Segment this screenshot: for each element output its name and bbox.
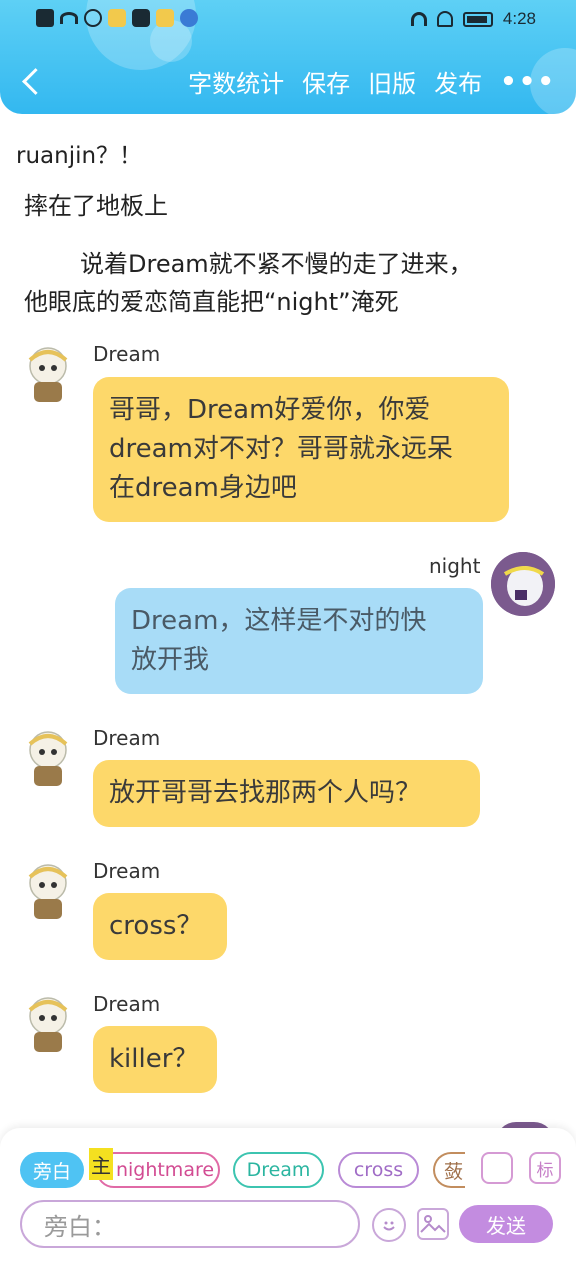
message-input[interactable]: 旁白：	[20, 1200, 360, 1248]
picture-icon	[420, 1215, 446, 1233]
role-chip-dream[interactable]: Dream	[233, 1152, 324, 1188]
speaker-name: Dream	[93, 342, 161, 366]
role-chip-nightmare[interactable]: nightmare	[96, 1152, 220, 1188]
speaker-name: Dream	[93, 726, 161, 750]
more-icon[interactable]: •••	[500, 67, 556, 97]
bubble-line: Dream，这样是不对的快	[131, 606, 427, 636]
dream-avatar[interactable]	[22, 728, 74, 788]
alert-icon	[36, 9, 54, 27]
dream-avatar-icon	[28, 731, 68, 786]
battery-icon	[462, 11, 493, 27]
save-button[interactable]: 保存	[302, 64, 350, 99]
headphone-icon	[410, 12, 427, 26]
bubble-line: dream对不对？哥哥就永远呆	[109, 434, 453, 464]
dream-avatar[interactable]	[22, 861, 74, 921]
k-icon	[84, 9, 102, 27]
status-bar: 4:28	[0, 0, 576, 40]
bubble-line: cross？	[109, 911, 203, 941]
app-icon	[132, 9, 150, 27]
status-right: 4:28	[410, 9, 536, 29]
header-actions: 字数统计 保存 旧版 发布 •••	[188, 64, 556, 99]
send-button[interactable]: 发送	[459, 1205, 553, 1243]
speaker-name: Dream	[93, 992, 161, 1016]
narration-line[interactable]: 摔在了地板上	[24, 186, 168, 221]
bubble-line: 放开我	[131, 645, 210, 675]
speaker-name: Dream	[93, 859, 161, 883]
role-chip-more[interactable]: 蔹	[433, 1152, 465, 1188]
narration-line[interactable]: 说着Dream就不紧不慢的走了进来，	[80, 244, 473, 279]
status-time: 4:28	[502, 9, 536, 28]
chat-bubble[interactable]: cross？	[93, 893, 227, 960]
bubble-line: killer？	[109, 1044, 199, 1074]
dream-avatar-icon	[28, 347, 68, 402]
role-chip-narration[interactable]: 旁白	[20, 1152, 84, 1188]
dream-avatar[interactable]	[22, 344, 74, 404]
chat-bubble[interactable]: Dream，这样是不对的快 放开我	[115, 588, 483, 694]
chat-bubble[interactable]: 哥哥，Dream好爱你，你爱 dream对不对？哥哥就永远呆 在dream身边吧	[93, 377, 509, 522]
browser-icon	[180, 9, 198, 27]
back-button[interactable]	[18, 66, 48, 100]
bubble-line: 哥哥，Dream好爱你，你爱	[109, 395, 431, 425]
old-version-button[interactable]: 旧版	[368, 64, 416, 99]
chat-bubble[interactable]: killer？	[93, 1026, 217, 1093]
emoji-icon[interactable]	[372, 1208, 406, 1242]
bubble-line: 放开哥哥去找那两个人吗？	[109, 778, 422, 808]
input-panel: 旁白 nightmare 主 Dream cross 蔹 标 旁白： 发送	[0, 1128, 576, 1280]
publish-button[interactable]: 发布	[434, 64, 482, 99]
dream-avatar-icon	[28, 997, 68, 1052]
mute-icon	[436, 11, 453, 27]
main-role-tag: 主	[89, 1148, 113, 1180]
smile-icon	[383, 1221, 395, 1231]
word-count-button[interactable]: 字数统计	[188, 64, 284, 99]
speaker-name: night	[429, 554, 481, 578]
weibo-icon	[156, 9, 174, 27]
narration-line[interactable]: ruanjin？！	[16, 136, 142, 170]
role-chip-label: nightmare	[115, 1159, 215, 1181]
night-avatar-icon	[491, 552, 555, 616]
dream-avatar[interactable]	[22, 994, 74, 1054]
mark-icon[interactable]: 标	[529, 1152, 561, 1184]
notification-icons	[36, 9, 198, 27]
dream-avatar-icon	[28, 864, 68, 919]
image-icon[interactable]	[417, 1208, 449, 1240]
profile-icon[interactable]	[481, 1152, 513, 1184]
narration-line[interactable]: 他眼底的爱恋简直能把“night”淹死	[24, 282, 399, 317]
header-bar: 4:28 字数统计 保存 旧版 发布 •••	[0, 0, 576, 114]
weibo-icon	[108, 9, 126, 27]
night-avatar[interactable]	[491, 552, 555, 616]
chat-bubble[interactable]: 放开哥哥去找那两个人吗？	[93, 760, 480, 827]
wifi-icon	[60, 12, 78, 24]
bubble-line: 在dream身边吧	[109, 473, 297, 503]
role-chip-cross[interactable]: cross	[338, 1152, 419, 1188]
